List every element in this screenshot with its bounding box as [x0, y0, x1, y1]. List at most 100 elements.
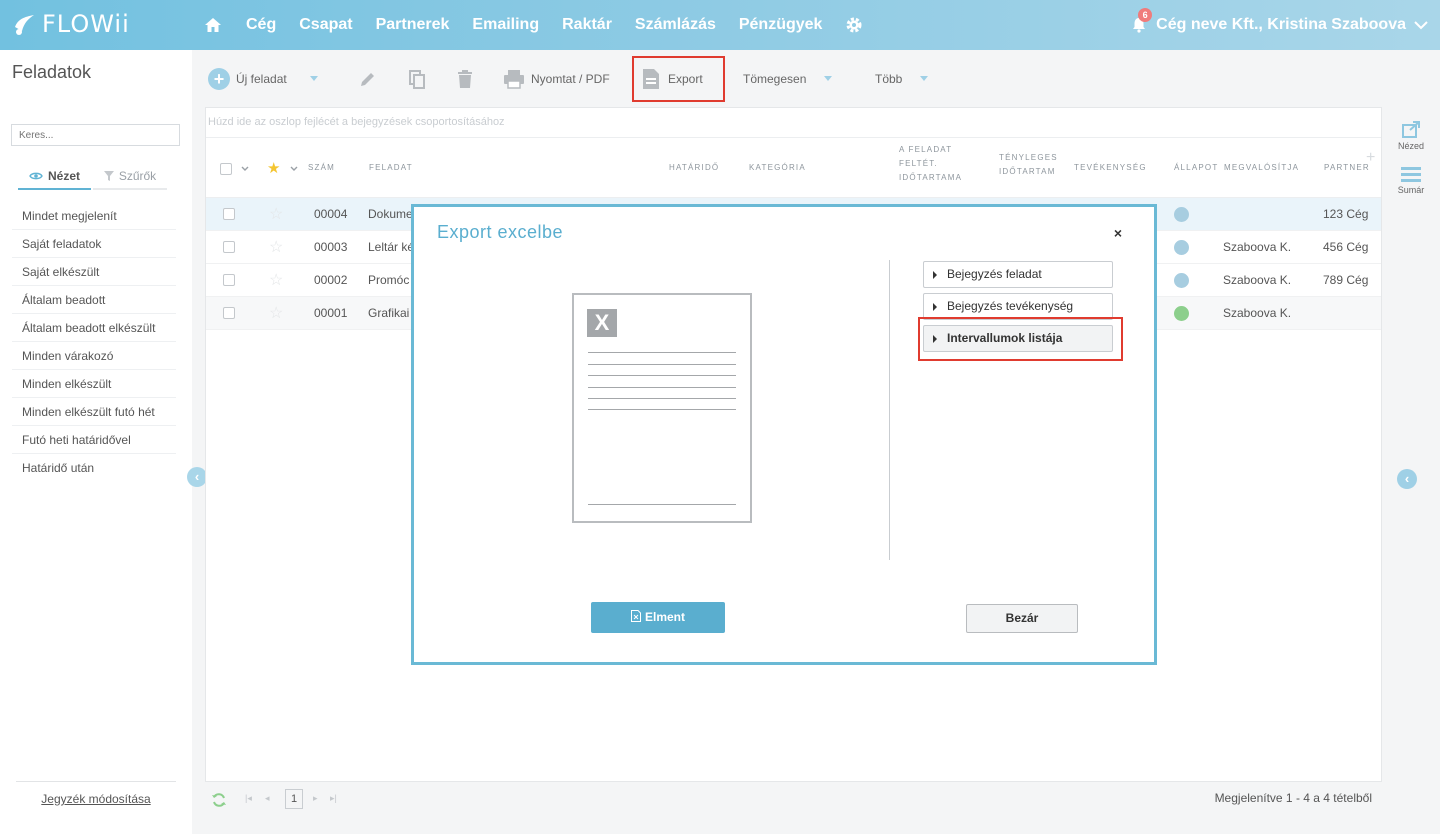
- printer-icon: [504, 69, 524, 89]
- row-checkbox[interactable]: [223, 307, 235, 319]
- new-task-button[interactable]: + Új feladat: [208, 50, 287, 107]
- nav-item-penzugyek[interactable]: Pénzügyek: [739, 16, 823, 34]
- nav-item-raktar[interactable]: Raktár: [562, 16, 612, 34]
- star-icon[interactable]: ★: [267, 159, 280, 177]
- print-button[interactable]: Nyomtat / PDF: [503, 50, 610, 107]
- new-task-dropdown[interactable]: [305, 50, 323, 107]
- option-task-entries[interactable]: Bejegyzés feladat: [923, 261, 1113, 288]
- sidebar-item-own[interactable]: Saját feladatok: [12, 230, 176, 258]
- nav-item-partnerek[interactable]: Partnerek: [376, 16, 450, 34]
- chevron-down-icon[interactable]: [1414, 20, 1428, 30]
- col-planned-l2: feltét.: [899, 159, 938, 168]
- user-name[interactable]: Cég neve Kft., Kristina Szaboova: [1156, 16, 1406, 34]
- star-icon[interactable]: ☆: [269, 297, 283, 330]
- sidebar-item-own-done[interactable]: Saját elkészült: [12, 258, 176, 286]
- more-menu[interactable]: Több: [875, 50, 929, 107]
- copy-button[interactable]: [407, 50, 427, 107]
- row-partner: 123 Cég: [1323, 207, 1369, 221]
- dialog-title: Export excelbe: [437, 222, 564, 242]
- last-page-icon[interactable]: ▸|: [330, 793, 337, 804]
- collapse-right-button[interactable]: ‹: [1397, 469, 1417, 489]
- option-highlight-box: [918, 317, 1123, 361]
- nav-item-szamlazas[interactable]: Számlázás: [635, 16, 716, 34]
- sidebar-item-waiting[interactable]: Minden várakozó: [12, 342, 176, 370]
- chevron-down-icon[interactable]: [290, 166, 298, 172]
- tab-filters[interactable]: Szűrők: [93, 164, 167, 190]
- col-deadline[interactable]: Határidő: [669, 161, 719, 175]
- select-all-checkbox[interactable]: [220, 163, 232, 175]
- col-assignee[interactable]: Megvalósítja: [1224, 161, 1299, 175]
- row-checkbox[interactable]: [223, 274, 235, 286]
- refresh-icon[interactable]: [211, 792, 227, 808]
- nav-item-emailing[interactable]: Emailing: [472, 16, 539, 34]
- col-number[interactable]: Szám: [308, 161, 335, 175]
- page-number[interactable]: 1: [285, 789, 303, 809]
- row-checkbox[interactable]: [223, 208, 235, 220]
- app-logo[interactable]: FLOWii: [12, 9, 130, 39]
- nav-item-ceg[interactable]: Cég: [246, 16, 276, 34]
- col-planned-l3: időtartama: [899, 173, 963, 182]
- caret-down-icon: [920, 76, 929, 81]
- nav-item-csapat[interactable]: Csapat: [299, 16, 352, 34]
- first-page-icon[interactable]: |◂: [245, 793, 252, 804]
- top-navigation-bar: FLOWii Cég Csapat Partnerek Emailing Rak…: [0, 0, 1440, 50]
- close-button[interactable]: Bezár: [966, 604, 1078, 633]
- search-input[interactable]: [11, 124, 180, 146]
- tab-filters-label: Szűrők: [118, 169, 157, 183]
- collapse-left-button[interactable]: ‹: [187, 467, 207, 487]
- sidebar-item-done[interactable]: Minden elkészült: [12, 370, 176, 398]
- star-icon[interactable]: ☆: [269, 264, 283, 297]
- group-by-hint: Húzd ide az oszlop fejlécét a bejegyzése…: [206, 108, 1381, 138]
- row-task: Leltár ké: [368, 240, 415, 254]
- home-icon[interactable]: [204, 16, 222, 34]
- summary-panel-label: Sumár: [1397, 185, 1425, 195]
- row-task: Promóc: [368, 273, 410, 287]
- row-number: 00001: [314, 306, 348, 320]
- prev-page-icon[interactable]: ◂: [265, 793, 270, 804]
- col-task[interactable]: Feladat: [369, 161, 413, 175]
- col-planned-duration[interactable]: A feladat feltét. időtartama: [899, 143, 962, 185]
- bell-icon[interactable]: 6: [1130, 8, 1153, 34]
- summary-panel-button[interactable]: Sumár: [1382, 167, 1440, 195]
- add-column-icon[interactable]: +: [1366, 149, 1375, 167]
- edit-button[interactable]: [358, 50, 378, 107]
- row-partner: 456 Cég: [1323, 240, 1369, 254]
- chevron-down-icon[interactable]: [241, 166, 249, 172]
- save-button[interactable]: Elment: [591, 602, 725, 633]
- col-actual-duration[interactable]: Tényleges időtartam: [999, 151, 1058, 179]
- bulk-menu[interactable]: Tömegesen: [743, 50, 833, 107]
- sidebar-item-overdue[interactable]: Határidő után: [12, 454, 176, 482]
- user-menu[interactable]: 6 Cég neve Kft., Kristina Szaboova: [1130, 0, 1428, 50]
- status-done-icon: [1174, 306, 1189, 321]
- sidebar-item-all[interactable]: Mindet megjelenít: [12, 202, 176, 230]
- col-status[interactable]: Állapot: [1174, 161, 1218, 175]
- status-open-icon: [1174, 207, 1189, 222]
- edit-list-link[interactable]: Jegyzék módosítása: [16, 781, 176, 806]
- next-page-icon[interactable]: ▸: [313, 793, 318, 804]
- row-number: 00002: [314, 273, 348, 287]
- sidebar-item-done-week[interactable]: Minden elkészült futó hét: [12, 398, 176, 426]
- gear-icon[interactable]: [845, 16, 863, 34]
- doc-line: [588, 409, 736, 410]
- doc-line: [588, 398, 736, 399]
- col-planned-l1: A feladat: [899, 145, 953, 154]
- col-activity[interactable]: Tevékenység: [1074, 161, 1147, 175]
- close-icon[interactable]: ×: [1114, 225, 1122, 241]
- star-icon[interactable]: ☆: [269, 231, 283, 264]
- row-checkbox[interactable]: [223, 241, 235, 253]
- star-icon[interactable]: ☆: [269, 198, 283, 231]
- export-dialog: Export excelbe × X Bejegyzés feladat Bej…: [411, 204, 1157, 665]
- col-category[interactable]: Kategória: [749, 161, 806, 175]
- view-list: Mindet megjelenít Saját feladatok Saját …: [12, 202, 176, 482]
- col-partner[interactable]: Partner: [1324, 161, 1370, 175]
- sidebar-item-deadline-week[interactable]: Futó heti határidővel: [12, 426, 176, 454]
- delete-button[interactable]: [456, 50, 474, 107]
- more-label: Több: [875, 71, 903, 86]
- sidebar-item-submitted-done[interactable]: Általam beadott elkészült: [12, 314, 176, 342]
- tab-view[interactable]: Nézet: [18, 164, 91, 190]
- filter-icon: [103, 171, 114, 181]
- sidebar-item-submitted[interactable]: Általam beadott: [12, 286, 176, 314]
- view-panel-label: Nézed: [1397, 141, 1424, 151]
- view-panel-button[interactable]: Nézed: [1382, 121, 1440, 151]
- option-activity-entries[interactable]: Bejegyzés tevékenység: [923, 293, 1113, 320]
